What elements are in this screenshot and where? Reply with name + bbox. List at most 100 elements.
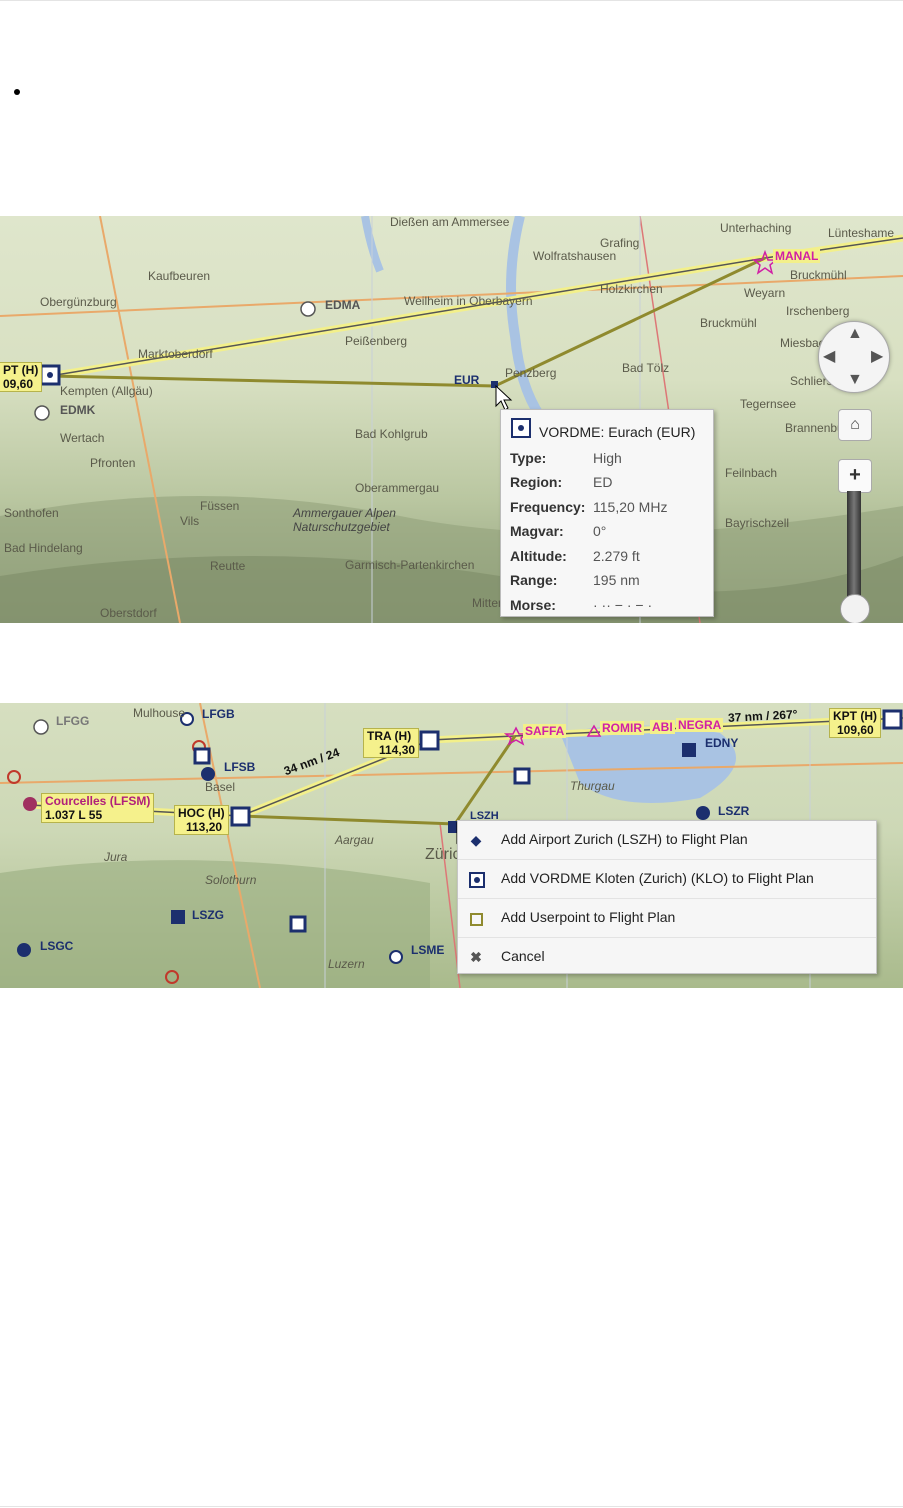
place-label: Bad Hindelang <box>4 541 83 555</box>
navaid-frequency: 09,60 <box>3 377 34 391</box>
tooltip-key: Morse: <box>510 597 556 613</box>
place-label: Bruckmühl <box>790 268 847 282</box>
place-label: Irschenberg <box>786 304 850 318</box>
menu-item-add-vordme[interactable]: Add VORDME Kloten (Zurich) (KLO) to Flig… <box>458 860 876 899</box>
eur-label[interactable]: EUR <box>454 373 479 387</box>
navaid-label-tra[interactable]: TRA (H) 114,30 <box>363 728 420 758</box>
pan-right-icon[interactable]: ▶ <box>871 349 883 365</box>
map-view-tooltip[interactable]: Dießen am Ammersee Kaufbeuren Obergünzbu… <box>0 216 903 623</box>
pan-left-icon[interactable]: ◀ <box>823 349 835 365</box>
waypoint-abi[interactable]: ABI <box>650 720 675 734</box>
airfield-label-courcelles[interactable]: Courcelles (LFSM) 1.037 L 55 <box>41 793 155 823</box>
airport-icon: ◆ <box>470 832 482 848</box>
tooltip-value: ED <box>593 474 613 490</box>
home-button[interactable]: ⌂ <box>838 409 872 441</box>
navaid-frequency: 109,60 <box>837 723 874 737</box>
pan-control[interactable]: ▲ ▼ ◀ ▶ <box>818 321 890 393</box>
menu-item-label: Cancel <box>501 948 545 964</box>
place-label: Kempten (Allgäu) <box>60 384 153 398</box>
navaid-label-kpt[interactable]: KPT (H) 109,60 <box>829 708 881 738</box>
place-label: Solothurn <box>205 873 257 887</box>
navaid-frequency: 114,30 <box>379 743 416 757</box>
airfield-name: Courcelles (LFSM) <box>45 794 151 808</box>
home-icon: ⌂ <box>850 416 860 433</box>
tooltip-key: Type: <box>510 450 547 466</box>
zoom-in-button[interactable]: + <box>838 459 872 493</box>
tooltip-title: VORDME: Eurach (EUR) <box>539 424 696 440</box>
place-label: Bayrischzell <box>725 516 790 530</box>
place-label: Marktoberdorf <box>138 347 213 361</box>
tooltip-row: Range: 195 nm <box>510 572 710 594</box>
place-label: Reutte <box>210 559 246 573</box>
page-top-rule <box>0 0 903 1</box>
waypoint-saffa[interactable]: SAFFA <box>523 724 567 738</box>
place-label: Thurgau <box>570 779 615 793</box>
tooltip-value: 0° <box>593 523 607 539</box>
place-label: Mulhouse <box>133 706 186 720</box>
tooltip-key: Region: <box>510 474 563 490</box>
place-label: Bad Tölz <box>622 361 670 375</box>
airport-code: LSZG <box>192 908 224 922</box>
place-label: Oberstdorf <box>100 606 157 620</box>
zoom-slider-handle[interactable] <box>840 594 870 623</box>
menu-item-add-airport[interactable]: ◆ Add Airport Zurich (LSZH) to Flight Pl… <box>458 821 876 860</box>
place-label: Weilheim in Oberbayern <box>404 294 533 308</box>
navaid-label-left[interactable]: PT (H) 09,60 <box>0 362 43 392</box>
place-label: Luzern <box>328 957 365 971</box>
waypoint-manal[interactable]: MANAL <box>773 249 821 263</box>
tooltip-key: Frequency: <box>510 499 586 515</box>
menu-item-label: Add Userpoint to Flight Plan <box>501 909 676 925</box>
place-label: Wolfratshausen <box>533 249 617 263</box>
place-label: Garmisch-Partenkirchen <box>345 558 475 572</box>
navaid-label-hoc[interactable]: HOC (H) 113,20 <box>174 805 229 835</box>
navaid-ident: HOC (H) <box>178 806 225 820</box>
place-label: Grafing <box>600 236 640 250</box>
tooltip-key: Altitude: <box>510 548 567 564</box>
menu-item-add-userpoint[interactable]: Add Userpoint to Flight Plan <box>458 899 876 938</box>
vordme-icon <box>469 872 485 888</box>
place-label: Basel <box>205 780 236 794</box>
place-label: Weyarn <box>744 286 786 300</box>
place-label: Bad Kohlgrub <box>355 427 428 441</box>
place-label: Aargau <box>335 833 374 847</box>
tooltip-value: 115,20 MHz <box>593 499 668 515</box>
place-label: Penzberg <box>505 366 557 380</box>
context-menu: ◆ Add Airport Zurich (LSZH) to Flight Pl… <box>457 820 877 974</box>
tooltip-row: Frequency: 115,20 MHz <box>510 499 710 521</box>
menu-item-label: Add VORDME Kloten (Zurich) (KLO) to Flig… <box>501 870 814 886</box>
place-label: Tegernsee <box>740 397 797 411</box>
place-label: Ammergauer Alpen <box>293 506 396 520</box>
tooltip-row: Altitude: 2.279 ft <box>510 548 710 570</box>
place-label: Füssen <box>200 499 240 513</box>
place-label: Bruckmühl <box>700 316 757 330</box>
pan-up-icon[interactable]: ▲ <box>847 326 863 342</box>
navaid-tooltip: VORDME: Eurach (EUR) Type: High Region: ED… <box>500 409 714 617</box>
navaid-frequency: 113,20 <box>186 820 223 834</box>
menu-item-label: Add Airport Zurich (LSZH) to Flight Plan <box>501 831 748 847</box>
tooltip-row: Morse: · ·· − · − · <box>510 597 710 619</box>
place-label: Peißenberg <box>345 334 408 348</box>
place-label: Oberammergau <box>355 481 440 495</box>
userpoint-icon <box>470 913 483 926</box>
tooltip-row: Magvar: 0° <box>510 523 710 545</box>
airport-code: LSZR <box>718 804 750 818</box>
waypoint-romir[interactable]: ROMIR <box>600 721 644 735</box>
page-bottom-rule <box>0 1506 903 1507</box>
place-label: Pfronten <box>90 456 136 470</box>
tooltip-row: Region: ED <box>510 474 710 496</box>
pan-down-icon[interactable]: ▼ <box>847 372 863 388</box>
airport-code: LSGC <box>40 939 74 953</box>
navaid-ident: TRA (H) <box>367 729 412 743</box>
tooltip-value: 2.279 ft <box>593 548 640 564</box>
menu-item-cancel[interactable]: ✖ Cancel <box>458 938 876 976</box>
map-view-context-menu[interactable]: Mulhouse Basel Jura Solothurn Aargau Zür… <box>0 703 903 988</box>
tooltip-value: High <box>593 450 622 466</box>
plus-icon: + <box>849 464 861 486</box>
airport-code: LFGG <box>56 714 90 728</box>
waypoint-negra[interactable]: NEGRA <box>676 718 724 732</box>
place-label: Dießen am Ammersee <box>390 216 510 229</box>
vordme-icon <box>511 418 531 438</box>
place-label: Holzkirchen <box>600 282 663 296</box>
place-label: Sonthofen <box>4 506 59 520</box>
tooltip-key: Magvar: <box>510 523 564 539</box>
